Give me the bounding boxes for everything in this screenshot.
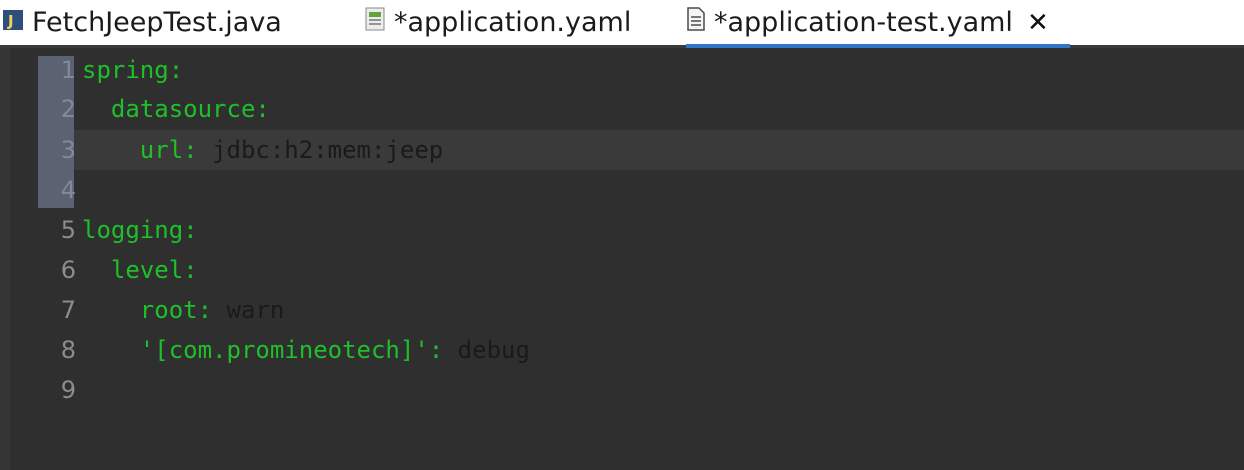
code-text: logging: — [82, 212, 198, 248]
tab-label: *application-test.yaml — [714, 7, 1013, 38]
close-icon[interactable]: ✕ — [1027, 8, 1049, 38]
yaml-value: jdbc:h2:mem:jeep — [197, 136, 444, 164]
code-line[interactable]: 5 logging: — [0, 212, 1244, 248]
line-number: 4 — [60, 176, 76, 204]
code-text: url: jdbc:h2:mem:jeep — [82, 132, 443, 168]
code-line[interactable]: 9 — [0, 372, 1244, 408]
yaml-value: debug — [443, 336, 530, 364]
text-file-icon — [686, 7, 706, 38]
line-number: 1 — [60, 56, 76, 84]
line-number: 6 — [60, 256, 76, 284]
editor-tab-bar: J FetchJeepTest.java *application.yaml *… — [0, 0, 1244, 48]
yaml-key: level: — [110, 256, 198, 284]
code-text: '[com.promineotech]': debug — [82, 332, 530, 368]
tab-application-test-yaml[interactable]: *application-test.yaml ✕ — [686, 0, 1070, 48]
line-number: 9 — [60, 376, 76, 404]
code-line[interactable]: 1 spring: — [0, 52, 1244, 88]
line-number: 3 — [60, 136, 76, 164]
line-number: 5 — [60, 216, 76, 244]
code-text: root: warn — [82, 292, 285, 328]
yaml-key: spring: — [82, 56, 184, 84]
yaml-value: warn — [212, 296, 285, 324]
yaml-key: url: — [139, 136, 198, 164]
yaml-key: logging: — [82, 216, 198, 244]
code-line[interactable]: 6 level: — [0, 252, 1244, 288]
code-line[interactable]: 4 — [0, 172, 1244, 208]
yaml-key: datasource: — [110, 95, 270, 123]
yaml-key: root: — [139, 296, 213, 324]
code-line[interactable]: 3 url: jdbc:h2:mem:jeep — [0, 132, 1244, 168]
code-line[interactable]: 2 datasource: — [0, 91, 1244, 127]
tab-fetchjeeptest-java[interactable]: J FetchJeepTest.java — [2, 0, 282, 45]
code-text: spring: — [82, 52, 183, 88]
svg-text:J: J — [7, 12, 14, 30]
java-file-icon: J — [2, 7, 24, 38]
code-line[interactable]: 7 root: warn — [0, 292, 1244, 328]
code-text: level: — [82, 252, 198, 288]
tab-label: FetchJeepTest.java — [32, 7, 282, 38]
yaml-key: '[com.promineotech]': — [139, 336, 444, 364]
code-text: datasource: — [82, 91, 270, 127]
code-editor[interactable]: 1 spring: 2 datasource: 3 url: jdbc:h2:m… — [0, 48, 1244, 470]
code-line[interactable]: 8 '[com.promineotech]': debug — [0, 332, 1244, 368]
yaml-file-icon — [364, 7, 386, 38]
tab-label: *application.yaml — [394, 7, 632, 38]
tab-application-yaml[interactable]: *application.yaml — [364, 0, 631, 45]
line-number: 8 — [60, 336, 76, 364]
line-number: 2 — [60, 95, 76, 123]
line-number: 7 — [60, 296, 76, 324]
